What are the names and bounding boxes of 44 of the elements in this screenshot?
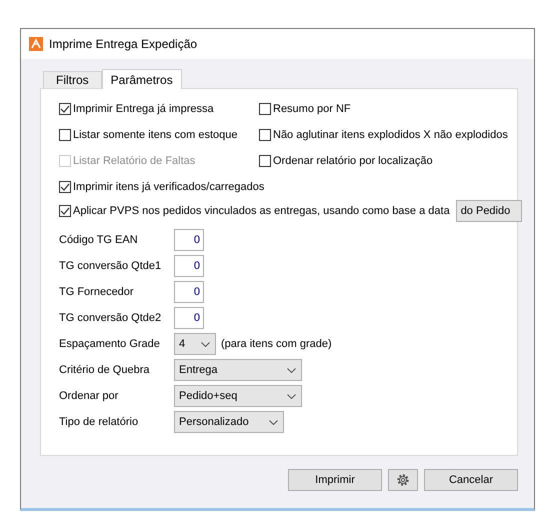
settings-icon [396,473,410,487]
checkbox[interactable] [259,103,271,115]
number-field[interactable]: 0 [174,307,204,329]
caret-icon [201,342,210,346]
checkbox-label[interactable]: Imprimir Entrega já impressa [73,103,214,115]
date-dropdown[interactable]: do Pedido [456,200,522,222]
app-logo-icon [29,37,43,51]
dropdown[interactable]: 4 [174,333,216,355]
checkbox-label[interactable]: Imprimir itens já verificados/carregados [73,181,264,193]
caret-icon [287,368,296,372]
caret-icon [287,394,296,398]
dropdown[interactable]: Personalizado [174,411,284,433]
tab[interactable]: Filtros [43,71,102,88]
checkbox-label[interactable]: Ordenar relatório por localização [273,155,433,167]
dialog-button[interactable]: Cancelar [424,469,518,491]
field-label: TG Fornecedor [59,286,135,298]
number-field[interactable]: 0 [174,229,204,251]
dialog-button[interactable]: Imprimir [288,469,382,491]
checkbox-label[interactable]: Listar somente itens com estoque [73,129,238,141]
hint-text: (para itens com grade) [221,338,332,350]
field-label: Critério de Quebra [59,364,150,376]
field-label: TG conversão Qtde1 [59,260,162,272]
checkbox-label[interactable]: Não aglutinar itens explodidos X não explodidos [273,129,508,141]
checkbox-label[interactable]: Aplicar PVPS nos pedidos vinculados as entregas, usando como base a data [73,205,450,217]
checkbox-label[interactable]: Resumo por NF [273,103,351,115]
window-title: Imprime Entrega Expedição [49,37,198,51]
number-field[interactable]: 0 [174,255,204,277]
field-label: Código TG EAN [59,234,139,246]
tab[interactable]: Parâmetros [102,69,182,89]
field-label: Tipo de relatório [59,416,140,428]
checkbox[interactable] [59,129,71,141]
field-label: Espaçamento Grade [59,338,161,350]
checkbox[interactable] [259,155,271,167]
field-label: TG conversão Qtde2 [59,312,162,324]
settings-button[interactable] [388,469,418,491]
field-label: Ordenar por [59,390,120,402]
number-field[interactable]: 0 [174,281,204,303]
caret-icon [269,420,278,424]
checkbox[interactable] [259,129,271,141]
checkbox[interactable] [59,103,71,115]
dropdown[interactable]: Entrega [174,359,302,381]
dropdown[interactable]: Pedido+seq [174,385,302,407]
checkbox[interactable] [59,205,71,217]
checkbox[interactable] [59,181,71,193]
